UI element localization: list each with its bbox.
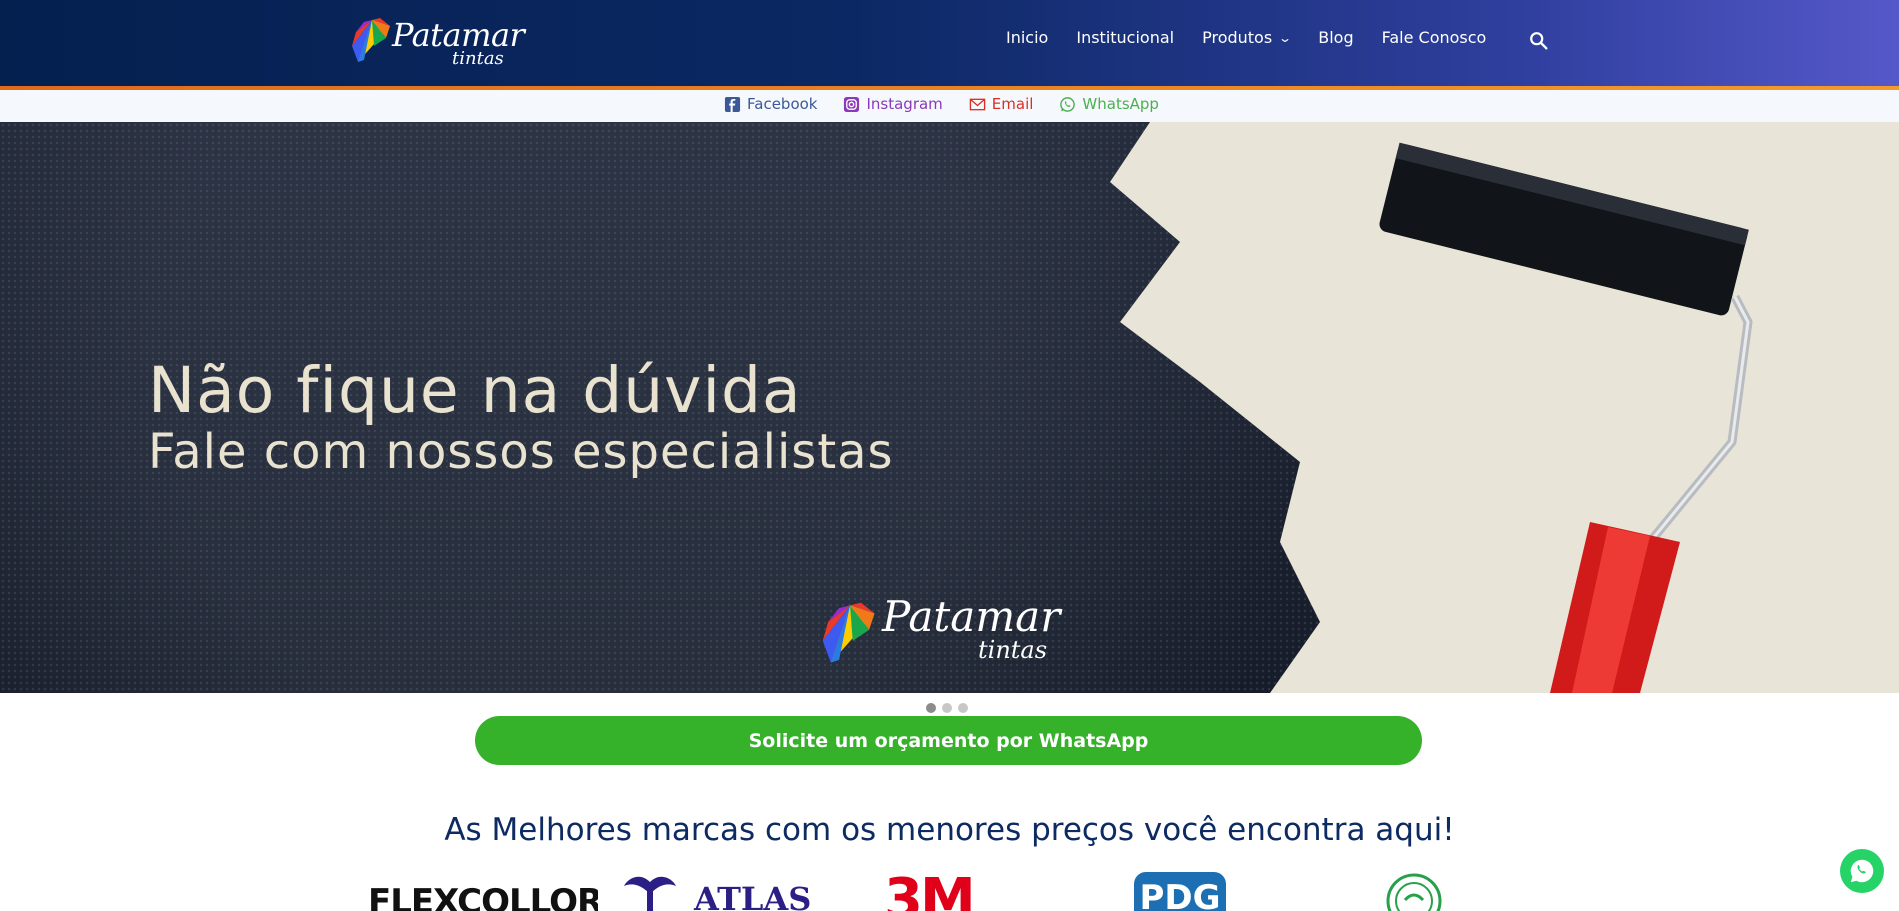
brand-logo-3m[interactable]: 3M <box>884 872 1016 911</box>
hero-slider[interactable]: Não fique na dúvida Fale com nossos espe… <box>0 122 1899 693</box>
hero-title-line1: Não fique na dúvida <box>148 354 802 427</box>
whatsapp-icon <box>1060 96 1076 112</box>
brands-heading: As Melhores marcas com os menores preços… <box>444 812 1455 848</box>
slider-dot-2[interactable] <box>942 703 952 713</box>
social-link-facebook[interactable]: Facebook <box>724 95 817 113</box>
social-label: WhatsApp <box>1082 95 1159 113</box>
facebook-icon <box>724 96 741 112</box>
palette-logo-icon <box>822 602 875 663</box>
palette-logo-icon <box>352 18 390 62</box>
nav-item-label: Fale Conosco <box>1381 28 1487 47</box>
hero-logo-wordmark: Patamar <box>882 592 1061 641</box>
logo-subtitle: tintas <box>452 48 504 69</box>
atlas-wordmark: ATLAS <box>694 880 812 911</box>
nav-item-inicio[interactable]: Inicio <box>1006 28 1048 47</box>
brand-logo-seal[interactable] <box>1385 872 1443 911</box>
brand-logo[interactable]: Patamar tintas <box>350 14 525 70</box>
email-icon <box>969 98 986 110</box>
hero-title-line2: Fale com nossos especialistas <box>148 424 894 480</box>
brand-logo-pdg[interactable]: PDG <box>1134 872 1226 911</box>
social-label: Instagram <box>866 95 943 113</box>
brand-logo-atlas[interactable]: ATLAS <box>620 872 820 911</box>
whatsapp-quote-button[interactable]: Solicite um orçamento por WhatsApp <box>475 716 1422 765</box>
paint-roller-image <box>1379 142 1753 693</box>
hero-brand-logo: Patamar tintas <box>820 592 1080 682</box>
instagram-icon <box>844 96 860 112</box>
social-link-email[interactable]: Email <box>969 95 1034 113</box>
hero-logo-subtitle: tintas <box>978 636 1048 664</box>
slider-dot-1[interactable] <box>926 703 936 713</box>
atlas-emblem-icon <box>624 876 676 911</box>
main-nav: Inicio Institucional Produtos ⌄ Blog Fale… <box>1006 28 1514 47</box>
nav-item-label: Produtos <box>1202 28 1273 47</box>
social-link-whatsapp[interactable]: WhatsApp <box>1059 95 1159 113</box>
nav-item-blog[interactable]: Blog <box>1318 28 1353 47</box>
social-link-instagram[interactable]: Instagram <box>843 95 943 113</box>
nav-item-fale-conosco[interactable]: Fale Conosco <box>1382 28 1487 47</box>
search-icon[interactable] <box>1528 30 1550 52</box>
chevron-down-icon: ⌄ <box>1278 30 1293 45</box>
nav-item-produtos[interactable]: Produtos ⌄ <box>1202 28 1293 47</box>
slider-pagination <box>926 703 968 713</box>
nav-item-label: Inicio <box>1006 28 1049 47</box>
nav-item-institucional[interactable]: Institucional <box>1076 28 1174 47</box>
site-header: Patamar tintas Inicio Institucional Prod… <box>0 0 1899 86</box>
nav-item-label: Blog <box>1318 28 1354 47</box>
slider-dot-3[interactable] <box>958 703 968 713</box>
brand-logo-flexcollor[interactable]: FLEXCOLLOR <box>368 872 598 911</box>
floating-whatsapp-button[interactable] <box>1840 849 1884 893</box>
social-label: Facebook <box>747 95 818 113</box>
green-seal-icon <box>1386 873 1442 911</box>
nav-item-label: Institucional <box>1076 28 1175 47</box>
social-label: Email <box>991 95 1034 113</box>
whatsapp-icon <box>1850 859 1874 883</box>
social-bar: Facebook Instagram Email WhatsApp <box>0 90 1899 122</box>
